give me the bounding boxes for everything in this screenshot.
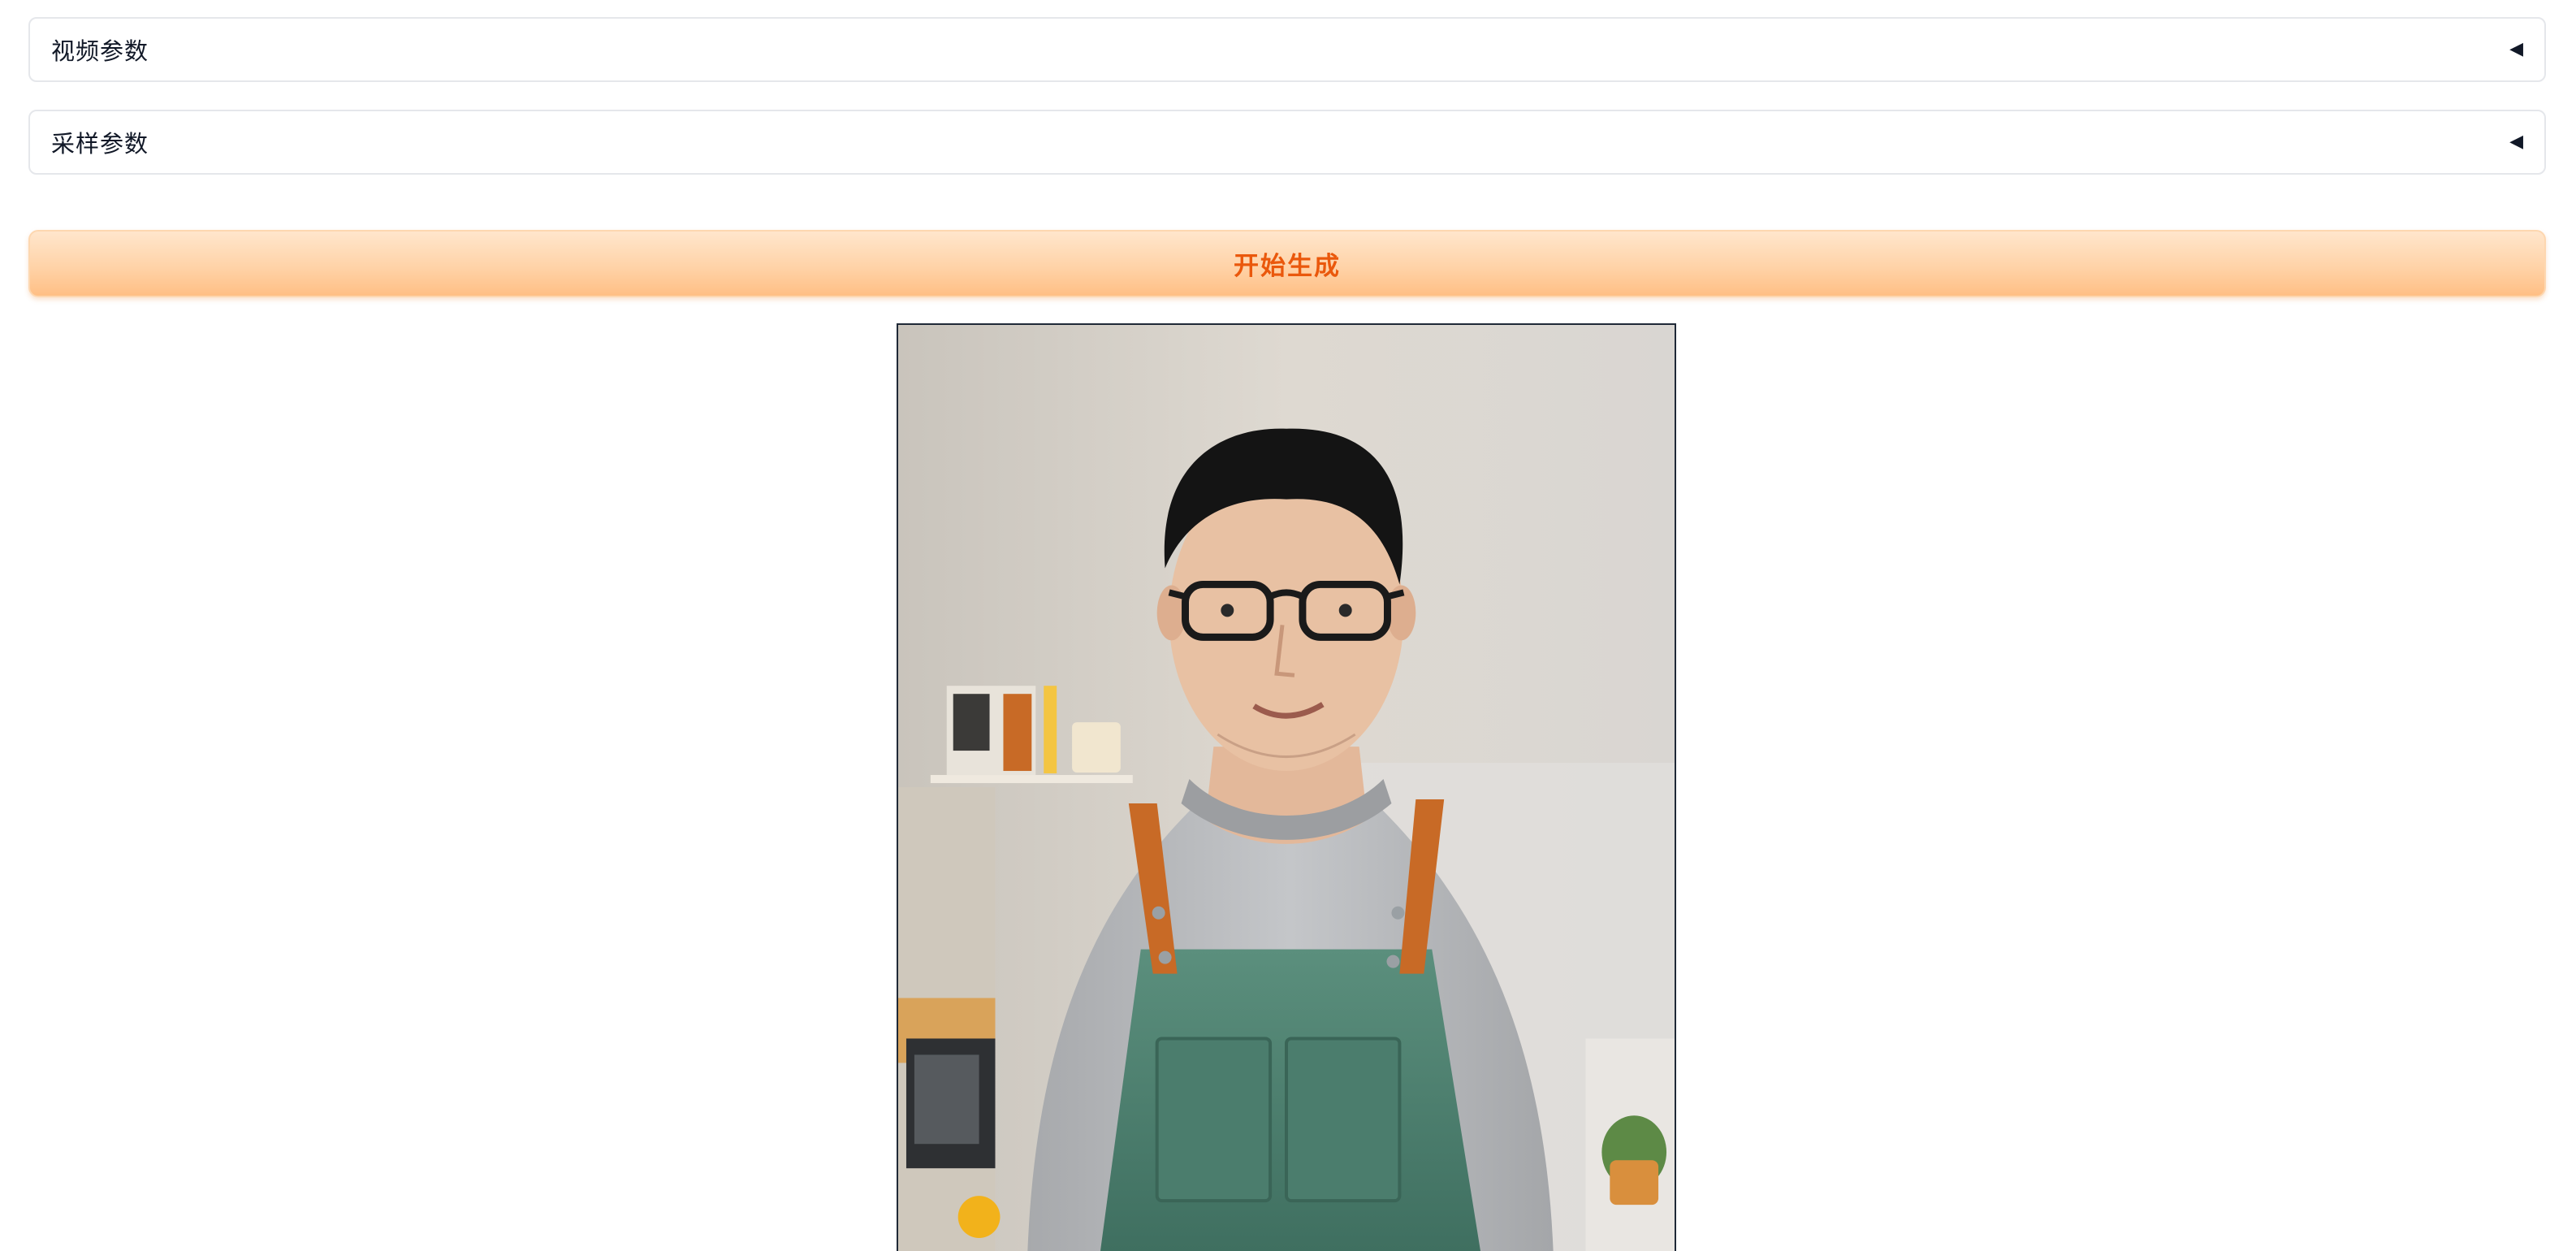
- portrait-illustration: [898, 325, 1675, 1251]
- collapse-caret-icon[interactable]: ◀: [2509, 133, 2523, 151]
- collapse-caret-icon[interactable]: ◀: [2509, 41, 2523, 58]
- generate-button-label: 开始生成: [1234, 252, 1341, 281]
- preview-image: [897, 323, 1676, 1251]
- video-params-label: 视频参数: [51, 37, 149, 65]
- sampling-params-accordion[interactable]: 采样参数 ◀: [28, 110, 2546, 175]
- sampling-params-label: 采样参数: [51, 130, 149, 158]
- generate-button[interactable]: 开始生成: [28, 230, 2546, 297]
- video-params-accordion[interactable]: 视频参数 ◀: [28, 17, 2546, 82]
